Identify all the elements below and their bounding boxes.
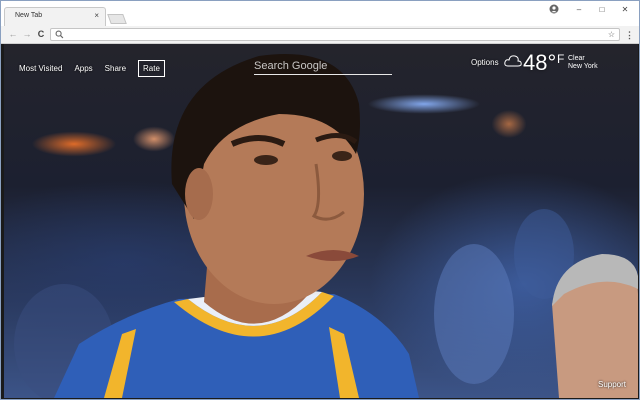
options-link[interactable]: Options [471,58,499,67]
maximize-button[interactable]: □ [592,3,612,17]
temperature: 48° [523,50,557,75]
top-nav: Most Visited Apps Share Rate [19,60,165,77]
new-tab-button[interactable] [107,14,127,24]
rate-button[interactable]: Rate [138,60,165,77]
tab-close-icon[interactable]: × [94,11,99,21]
browser-toolbar: ← → C ☆ ⋮ [1,26,639,44]
reload-button[interactable]: C [35,28,47,40]
back-button[interactable]: ← [7,28,19,40]
weather-condition: Clear [568,55,585,62]
chrome-menu-icon[interactable]: ⋮ [625,29,634,41]
most-visited-link[interactable]: Most Visited [19,64,62,73]
apps-link[interactable]: Apps [74,64,92,73]
cloud-icon [504,55,522,67]
support-link[interactable]: Support [598,380,626,389]
browser-window: New Tab × – □ ✕ ← → C ☆ ⋮ Most Visited A… [0,0,640,400]
minimize-button[interactable]: – [569,3,589,17]
close-window-button[interactable]: ✕ [615,3,635,17]
new-tab-page: Most Visited Apps Share Rate Options 48°… [4,44,638,398]
weather-city: New York [568,63,598,70]
background-photo [14,54,638,398]
share-link[interactable]: Share [105,64,126,73]
tab-title: New Tab [15,12,43,19]
tab-new-tab[interactable]: New Tab × [4,7,106,26]
address-bar[interactable]: ☆ [50,28,620,41]
bookmark-star-icon[interactable]: ☆ [608,29,615,40]
search-icon [55,30,64,39]
weather-info: Clear New York [568,55,598,71]
forward-button[interactable]: → [21,28,33,40]
search-input[interactable] [254,60,392,72]
search-box [254,56,392,75]
tab-strip: New Tab × – □ ✕ [1,1,639,26]
temperature-unit: F [557,52,565,66]
profile-icon[interactable] [549,4,559,14]
